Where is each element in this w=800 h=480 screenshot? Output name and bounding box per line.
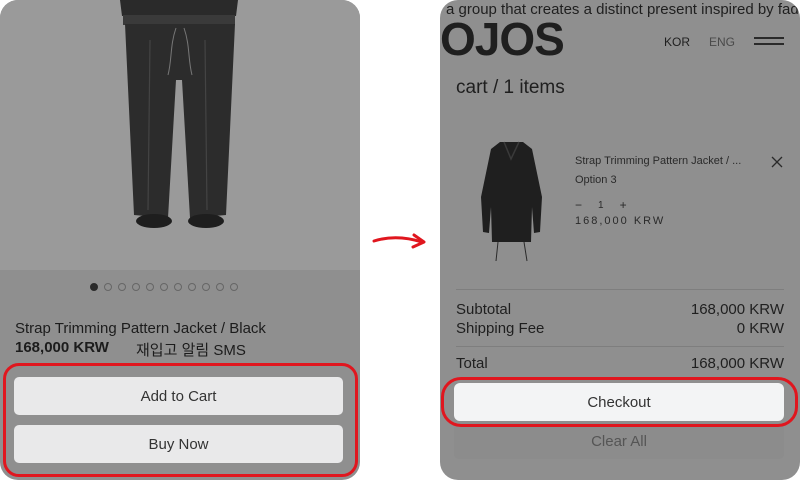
cart-heading: cart / 1 items	[456, 77, 565, 98]
model-figure-image	[0, 0, 360, 270]
carousel-dot[interactable]	[216, 283, 224, 291]
carousel-dot[interactable]	[202, 283, 210, 291]
cart-item-price: 168,000 KRW	[575, 215, 666, 227]
carousel-dot[interactable]	[118, 283, 126, 291]
carousel-dot[interactable]	[132, 283, 140, 291]
shipping-fee-value: 0 KRW	[736, 320, 784, 337]
shipping-fee-label: Shipping Fee	[456, 320, 545, 337]
divider	[456, 289, 784, 290]
carousel-dot[interactable]	[174, 283, 182, 291]
close-icon[interactable]	[770, 155, 784, 169]
carousel-dot[interactable]	[160, 283, 168, 291]
total-value: 168,000 KRW	[690, 355, 784, 372]
carousel-dot[interactable]	[146, 283, 154, 291]
cart-item-thumbnail[interactable]	[474, 137, 549, 262]
decrease-quantity-button[interactable]: −	[575, 198, 582, 212]
total-label: Total	[456, 355, 488, 372]
language-eng-link[interactable]: ENG	[709, 35, 735, 49]
product-price: 168,000 KRW	[15, 339, 109, 356]
shipping-fee-row: Shipping Fee 0 KRW	[456, 320, 784, 337]
carousel-dot[interactable]	[230, 283, 238, 291]
language-kor-link[interactable]: KOR	[664, 35, 690, 49]
subtotal-row: Subtotal 168,000 KRW	[456, 301, 784, 318]
carousel-dot[interactable]	[104, 283, 112, 291]
subtotal-value: 168,000 KRW	[690, 301, 784, 318]
subtotal-label: Subtotal	[456, 301, 512, 318]
cart-item-option: Option 3	[575, 174, 617, 186]
divider	[456, 346, 784, 347]
product-photo	[0, 0, 360, 270]
carousel-dot[interactable]	[90, 283, 98, 291]
highlight-box-add-buy	[3, 363, 358, 477]
quantity-stepper: − 1 +	[575, 198, 627, 212]
cart-item-name[interactable]: Strap Trimming Pattern Jacket / ...	[575, 155, 741, 167]
quantity-value: 1	[598, 199, 604, 211]
carousel-dot[interactable]	[188, 283, 196, 291]
highlight-box-checkout	[441, 377, 798, 427]
total-row: Total 168,000 KRW	[456, 355, 784, 372]
brand-logo[interactable]: OJOS	[440, 12, 565, 66]
restock-sms-link[interactable]: 재입고 알림 SMS	[136, 339, 246, 360]
product-title: Strap Trimming Pattern Jacket / Black	[15, 320, 266, 337]
arrow-right-icon	[372, 233, 426, 249]
increase-quantity-button[interactable]: +	[620, 198, 627, 212]
image-carousel-indicator[interactable]	[90, 283, 238, 291]
clear-all-button[interactable]: Clear All	[454, 423, 784, 459]
hamburger-menu-icon[interactable]	[754, 37, 784, 46]
